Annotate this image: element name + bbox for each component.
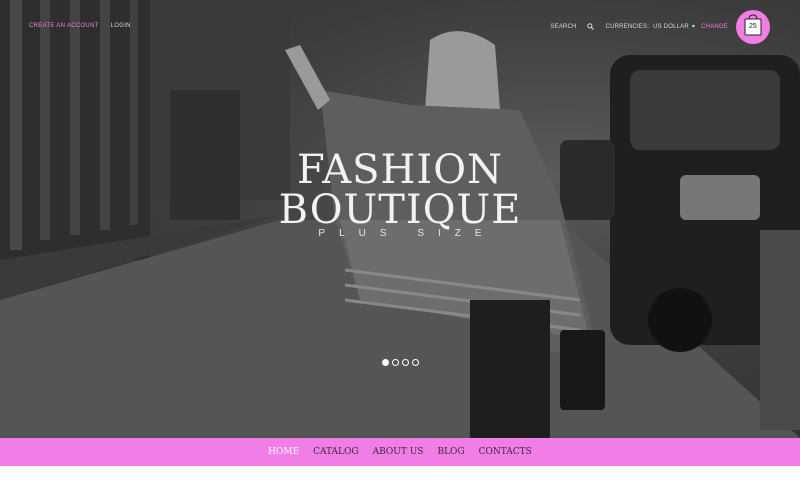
hero-title: FASHION BOUTIQUE PLUS SIZE	[200, 150, 600, 239]
search-label[interactable]: SEARCH	[550, 24, 576, 30]
header-tools: SEARCH CURRENCIES: US DOLLAR ▾ CHANGE	[550, 23, 728, 30]
slider-dot[interactable]	[402, 359, 409, 366]
nav-item-about-us[interactable]: ABOUT US	[373, 447, 424, 457]
main-nav: HOME CATALOG ABOUT US BLOG CONTACTS	[0, 438, 800, 466]
slider-dot[interactable]	[382, 359, 389, 366]
currency-select[interactable]: US DOLLAR	[653, 24, 689, 30]
hero-subtitle: PLUS SIZE	[318, 228, 496, 239]
hero-title-line2: BOUTIQUE	[278, 187, 522, 233]
nav-item-contacts[interactable]: CONTACTS	[479, 447, 532, 457]
hero-slider[interactable]: CREATE AN ACCOUNT LOGIN SEARCH CURRENCIE…	[0, 0, 800, 438]
nav-item-blog[interactable]: BLOG	[437, 447, 464, 457]
slider-dot[interactable]	[392, 359, 399, 366]
nav-item-home[interactable]: HOME	[268, 447, 299, 457]
login-link[interactable]: LOGIN	[111, 23, 131, 29]
cart-count: 25	[749, 23, 757, 30]
nav-item-catalog[interactable]: CATALOG	[313, 447, 358, 457]
currencies-label: CURRENCIES:	[605, 23, 650, 30]
account-links: CREATE AN ACCOUNT LOGIN	[29, 23, 141, 29]
change-currency-link[interactable]: CHANGE	[701, 24, 728, 30]
slider-dot[interactable]	[412, 359, 419, 366]
cart-button[interactable]: 25	[736, 10, 770, 44]
create-account-link[interactable]: CREATE AN ACCOUNT	[29, 23, 99, 29]
search-icon[interactable]	[586, 23, 594, 30]
hero-title-line1: FASHION	[296, 147, 504, 193]
slider-pagination	[382, 359, 422, 366]
chevron-down-icon[interactable]: ▾	[692, 23, 695, 30]
top-bar: CREATE AN ACCOUNT LOGIN SEARCH CURRENCIE…	[0, 0, 800, 55]
